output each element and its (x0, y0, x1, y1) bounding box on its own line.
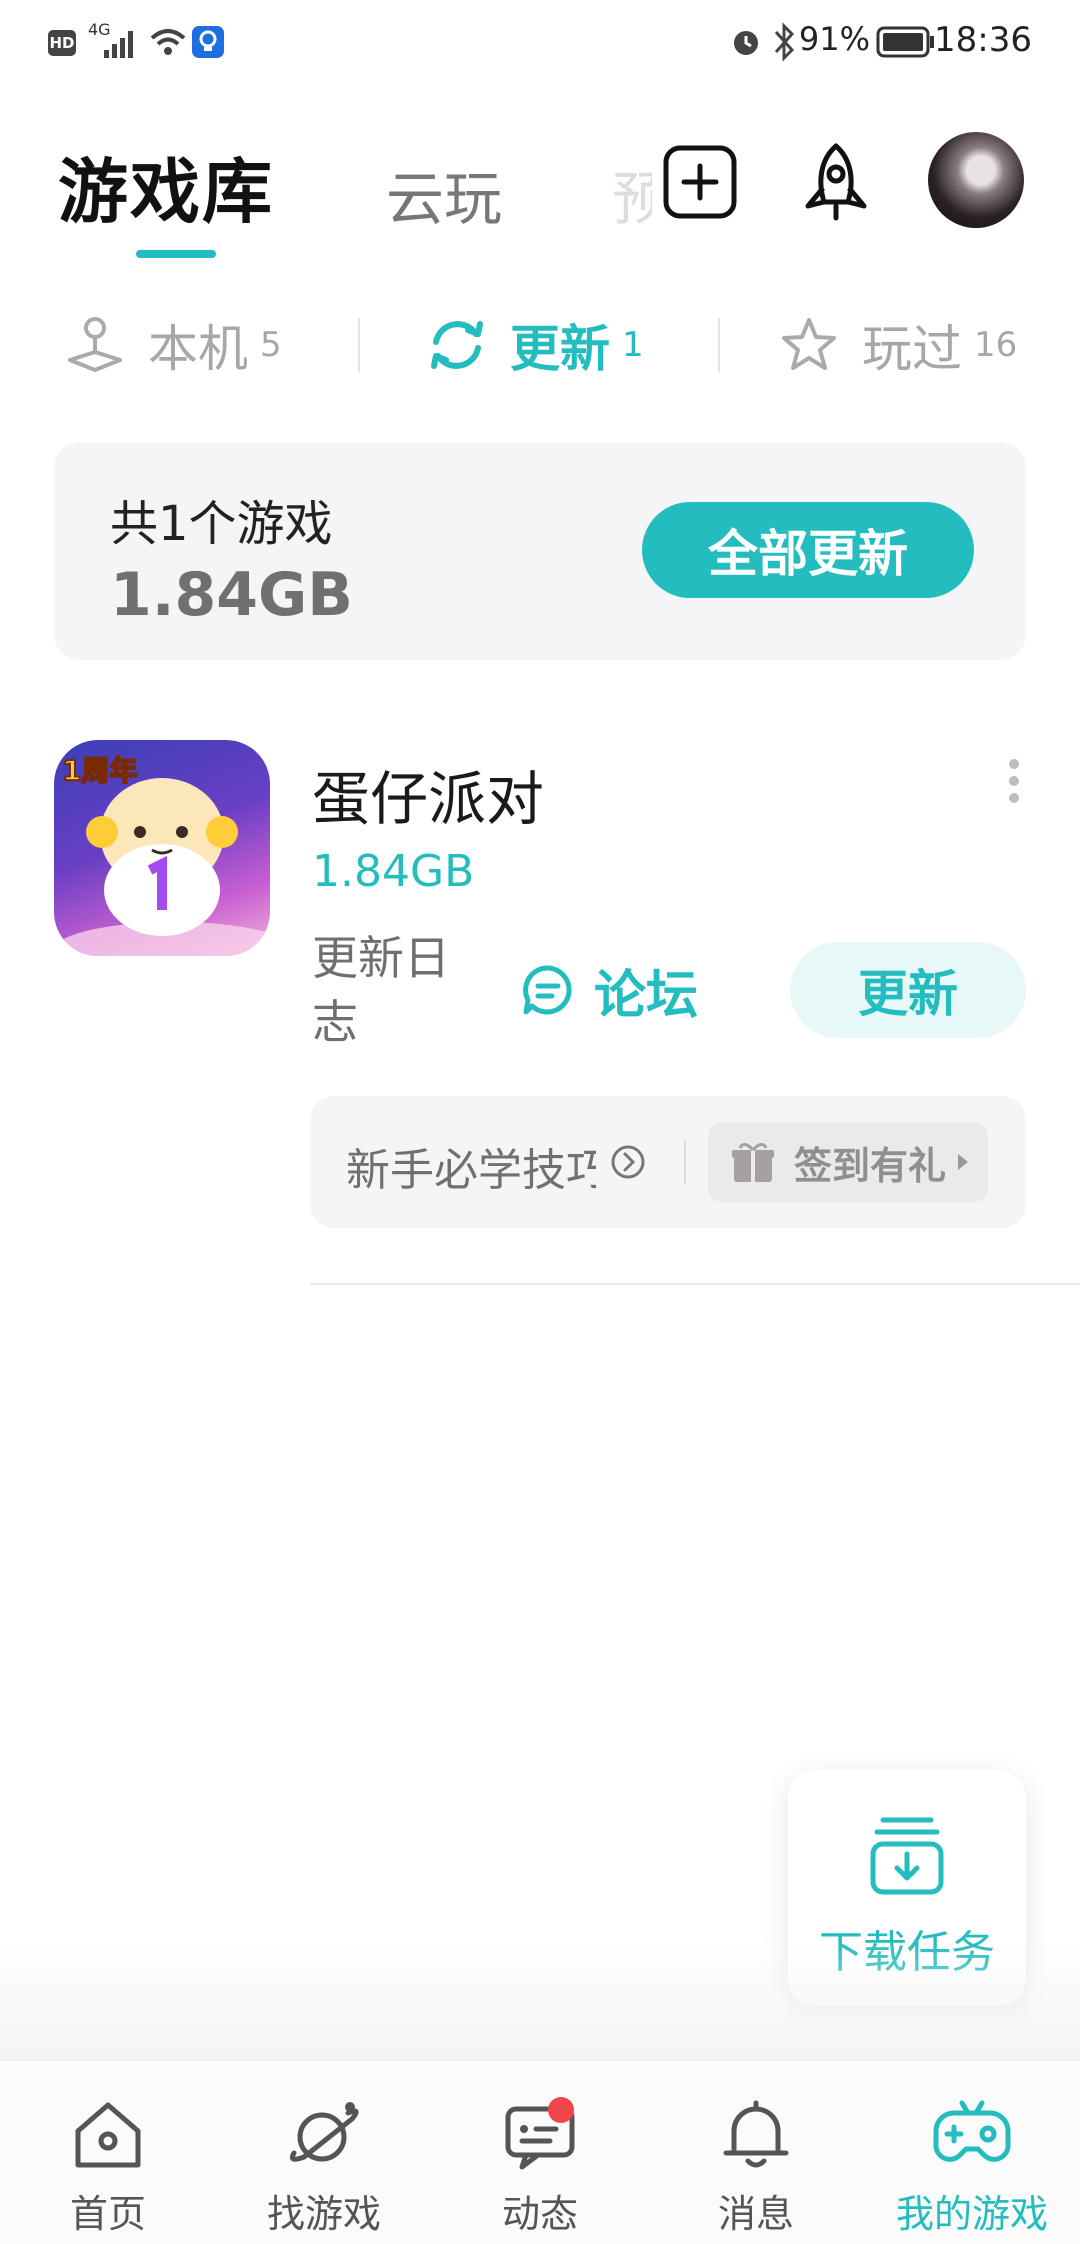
nav-home[interactable]: 首页 (0, 2095, 216, 2238)
game-icon[interactable]: 1周年 (54, 740, 270, 956)
nav-find-games[interactable]: 找游戏 (216, 2095, 432, 2238)
game-name[interactable]: 蛋仔派对 (312, 752, 544, 836)
filter-local[interactable]: 本机 5 (64, 310, 282, 380)
avatar[interactable] (928, 132, 1024, 228)
update-button[interactable]: 更新 (790, 942, 1026, 1038)
battery-icon (876, 26, 934, 58)
bell-icon (723, 2100, 789, 2168)
alarm-icon (734, 31, 758, 55)
update-all-button[interactable]: 全部更新 (642, 502, 974, 598)
filter-update-label: 更新 (510, 320, 610, 378)
joystick-icon (68, 317, 122, 372)
add-button[interactable] (660, 142, 740, 222)
changelog-link[interactable]: 更新日志 (312, 926, 462, 1054)
notification-dot (548, 2097, 574, 2123)
filter-divider (718, 318, 720, 372)
tips-divider (684, 1140, 686, 1184)
filter-update[interactable]: 更新 1 (426, 310, 644, 380)
bulb-icon (192, 26, 224, 58)
nav-feed-label: 动态 (501, 2192, 578, 2236)
tips-bar: 新手必学技巧 签到有礼 (310, 1096, 1026, 1228)
item-divider (310, 1283, 1080, 1285)
hd-icon: HD (48, 30, 76, 56)
battery-percent: 91% (798, 20, 870, 58)
game-size: 1.84GB (312, 846, 475, 897)
signal-icon (104, 31, 133, 58)
nav-find-games-label: 找游戏 (266, 2192, 381, 2236)
nav-my-games[interactable]: 我的游戏 (864, 2095, 1080, 2238)
gift-icon (732, 1143, 774, 1182)
chevron-circle-right-icon[interactable] (608, 1142, 648, 1182)
tip-text[interactable]: 新手必学技巧 (346, 1134, 596, 1198)
rocket-icon (805, 143, 867, 221)
filter-played[interactable]: 玩过 16 (778, 310, 1017, 380)
forum-icon (523, 965, 572, 1015)
nav-feed[interactable]: 动态 (432, 2095, 648, 2238)
filter-update-count: 1 (622, 325, 644, 365)
anniversary-badge: 1周年 (62, 754, 137, 787)
bluetooth-icon (774, 22, 795, 62)
tab-cloud-play[interactable]: 云玩 (386, 152, 502, 236)
filter-played-label: 玩过 (862, 320, 962, 378)
filter-local-count: 5 (260, 325, 282, 365)
more-options-icon[interactable] (1000, 758, 1028, 804)
status-bar: HD 4G 91% 18:36 (0, 0, 1080, 88)
bottom-nav: 首页 找游戏 动态 消息 我的游戏 (0, 2060, 1080, 2244)
add-square-icon (663, 145, 737, 219)
update-summary-card: 共1个游戏 1.84GB 全部更新 (54, 442, 1026, 660)
checkin-gift-label: 签到有礼 (794, 1143, 947, 1188)
forum-button[interactable]: 论坛 (520, 955, 699, 1026)
filter-played-count: 16 (974, 325, 1018, 365)
nav-my-games-label: 我的游戏 (895, 2192, 1048, 2236)
forum-label: 论坛 (594, 965, 699, 1026)
chevron-right-icon (958, 1154, 969, 1170)
game-count: 共1个游戏 (110, 496, 333, 552)
game-mascot-image: 1周年 (54, 753, 270, 956)
refresh-icon (431, 321, 483, 369)
nav-shadow (0, 1940, 1080, 2060)
clock: 18:36 (934, 20, 1032, 60)
tab-faded[interactable]: 预 (612, 152, 652, 236)
gamepad-icon (933, 2100, 1011, 2162)
home-icon (75, 2102, 141, 2168)
rocket-button[interactable] (796, 142, 876, 222)
planet-icon (289, 2102, 359, 2162)
download-tray-icon (870, 1817, 944, 1895)
nav-messages[interactable]: 消息 (648, 2095, 864, 2238)
tab-active-indicator (136, 250, 216, 258)
nav-messages-label: 消息 (717, 2192, 794, 2236)
filter-divider (358, 318, 360, 372)
filter-local-label: 本机 (148, 320, 248, 378)
nav-home-label: 首页 (69, 2192, 146, 2236)
total-size: 1.84GB (110, 560, 354, 630)
star-icon (782, 318, 836, 370)
checkin-gift-button[interactable]: 签到有礼 (708, 1122, 988, 1202)
wifi-icon (150, 29, 186, 55)
tab-game-library[interactable]: 游戏库 (58, 136, 274, 237)
